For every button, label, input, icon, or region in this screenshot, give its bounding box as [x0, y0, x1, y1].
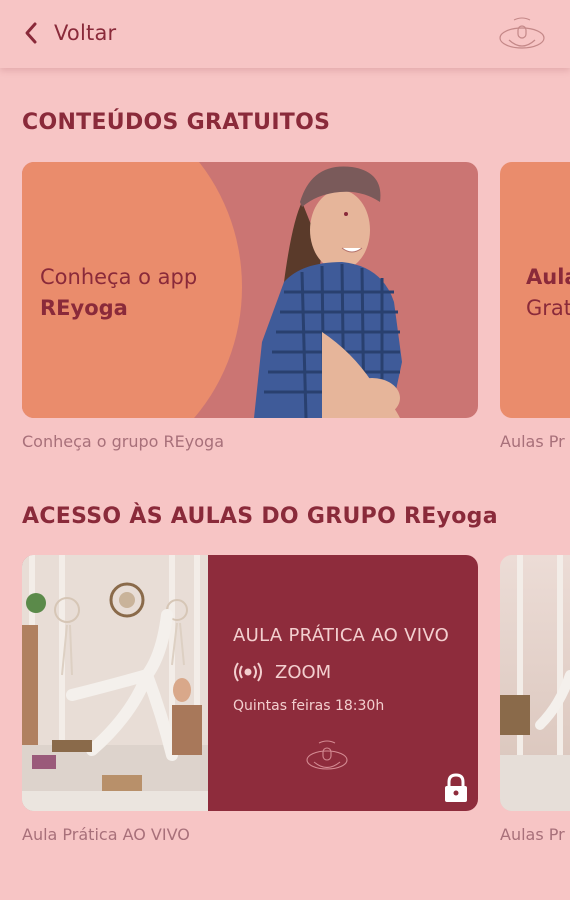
live-class-schedule: Quintas feiras 18:30h	[233, 698, 385, 714]
live-class-title: AULA PRÁTICA AO VIVO	[233, 625, 450, 646]
card-line1: Aula	[526, 265, 570, 289]
platform-label: ZOOM	[275, 661, 332, 683]
card-app-intro[interactable]: Conheça o app REyoga	[22, 162, 478, 418]
back-button[interactable]: Voltar	[22, 20, 116, 46]
broadcast-icon	[234, 662, 262, 682]
card-app-intro-text: Conheça o app REyoga	[40, 262, 197, 324]
top-bar: Voltar	[0, 0, 570, 68]
card-free-classes[interactable]: Aula Grat	[500, 162, 570, 418]
card-line1: Conheça o app	[40, 265, 198, 289]
yoga-studio-photo	[22, 555, 208, 811]
brand-logo-icon	[499, 17, 545, 49]
card-live-class-caption: Aula Prática AO VIVO	[22, 825, 190, 844]
section-title-free-content: CONTEÚDOS GRATUITOS	[22, 110, 331, 135]
card-free-classes-caption: Aulas Pr	[500, 432, 565, 451]
back-label: Voltar	[54, 21, 117, 45]
card-line2: Grat	[526, 296, 570, 320]
lock-icon	[445, 773, 467, 802]
card-line2: REyoga	[40, 296, 128, 320]
live-class-info: AULA PRÁTICA AO VIVO ZOOM Quintas feiras…	[233, 625, 449, 714]
brand-logo-icon	[306, 740, 348, 770]
card-recorded-classes[interactable]	[500, 555, 570, 811]
live-class-platform: ZOOM	[233, 660, 449, 684]
chevron-left-icon	[25, 22, 37, 44]
yoga-studio-photo	[500, 555, 570, 811]
section-title-group-classes: ACESSO ÀS AULAS DO GRUPO REyoga	[22, 504, 498, 529]
card-app-intro-caption: Conheça o grupo REyoga	[22, 432, 224, 451]
card-recorded-classes-caption: Aulas Pr	[500, 825, 565, 844]
card-free-classes-text: Aula Grat	[526, 262, 570, 324]
card-live-class[interactable]: AULA PRÁTICA AO VIVO ZOOM Quintas feiras…	[22, 555, 478, 811]
